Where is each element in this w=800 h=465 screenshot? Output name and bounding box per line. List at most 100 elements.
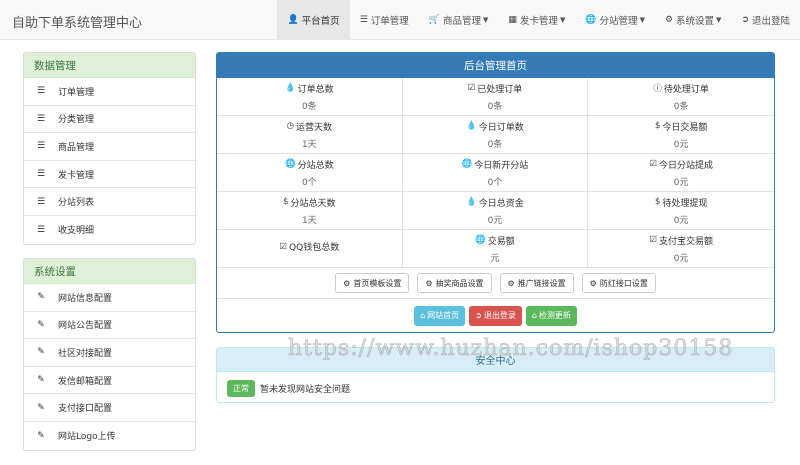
globe-icon: 🌐	[475, 235, 486, 245]
stat-value: 0元	[673, 139, 689, 150]
sidebar-item-cards[interactable]: ☰ 发卡管理	[24, 161, 195, 189]
stat-label: 运营天数	[296, 122, 333, 133]
promo-link-button[interactable]: ⚙ 推广链接设置	[499, 273, 574, 293]
sidebar-item-substations[interactable]: ☰ 分站列表	[24, 188, 195, 216]
dollar-icon: $	[654, 197, 661, 207]
grid-icon: ▦	[508, 15, 517, 25]
home-icon: ⌂	[531, 311, 537, 320]
sidebar-item-label: 分类管理	[58, 115, 95, 126]
stat-label: 订单总数	[297, 84, 334, 95]
sidebar-item-payment[interactable]: ✎ 支付接口配置	[24, 394, 195, 422]
dashboard-title: 后台管理首页	[217, 53, 774, 78]
list-icon: ☰	[359, 15, 368, 25]
stat-value: 0个	[301, 177, 317, 188]
gear-icon: ⚙	[589, 278, 597, 288]
sidebar-item-products[interactable]: ☰ 商品管理	[24, 133, 195, 161]
user-icon: 👤	[287, 15, 299, 25]
nav-label: 平台首页	[301, 16, 340, 27]
main-nav: 👤 平台首页 ☰ 订单管理 🛒 商品管理 ▼ ▦ 发卡管理 ▼ 🌐 分站管理 ▼…	[277, 0, 800, 40]
logout-icon: ➲	[741, 15, 749, 25]
stat-cell: 🌐 分站总数 0个	[217, 154, 403, 192]
button-label: 网站首页	[427, 311, 460, 320]
stat-value: 0元	[673, 177, 689, 188]
edit-icon: ✎	[37, 319, 45, 330]
anti-red-api-button[interactable]: ⚙ 防红接口设置	[581, 273, 656, 293]
gear-icon: ⚙	[343, 278, 351, 288]
sidebar-item-label: 支付接口配置	[58, 404, 113, 415]
stat-label: 分站总数	[297, 160, 334, 171]
edit-icon: ✎	[37, 375, 45, 386]
sidebar-item-orders[interactable]: ☰ 订单管理	[24, 78, 195, 106]
dollar-icon: $	[283, 197, 289, 207]
action-button-row: ⌂ 网站首页 ➲ 退出登录 ⌂ 检测更新	[217, 299, 774, 332]
button-label: 抽奖商品设置	[435, 278, 484, 288]
edit-icon: ✎	[37, 402, 45, 413]
stat-value: 0元	[487, 215, 503, 226]
sidebar-item-label: 发信邮箱配置	[58, 376, 113, 387]
stat-label: 待处理订单	[663, 84, 709, 95]
nav-logout[interactable]: ➲ 退出登陆	[731, 0, 800, 40]
gear-icon: ⚙	[664, 15, 674, 25]
stat-label: 支付宝交易额	[658, 236, 713, 247]
check-icon: ☑	[649, 235, 657, 245]
nav-home[interactable]: 👤 平台首页	[277, 0, 350, 40]
check-icon: ☑	[649, 159, 657, 169]
site-home-button[interactable]: ⌂ 网站首页	[414, 305, 466, 326]
top-navbar: 自助下单系统管理中心 👤 平台首页 ☰ 订单管理 🛒 商品管理 ▼ ▦ 发卡管理…	[0, 0, 800, 40]
stat-cell: ☑ 支付宝交易额 0元	[588, 230, 774, 268]
caret-down-icon: ▼	[716, 16, 722, 24]
stat-value: 1天	[301, 139, 317, 150]
sidebar-item-categories[interactable]: ☰ 分类管理	[24, 106, 195, 134]
check-update-button[interactable]: ⌂ 检测更新	[525, 305, 577, 326]
stats-grid: 💧 订单总数 0条 ☑ 已处理订单 0条 ⓘ 待处理订单 0条 ◷ 运营天数 1天 💧 今…	[217, 78, 774, 268]
nav-label: 分站管理	[599, 16, 638, 27]
sidebar-item-ledger[interactable]: ☰ 收支明细	[24, 216, 195, 244]
stat-cell: $ 分站总天数 1天	[217, 192, 403, 230]
nav-orders[interactable]: ☰ 订单管理	[350, 0, 419, 40]
sidebar-item-community[interactable]: ✎ 社区对接配置	[24, 339, 195, 367]
edit-icon: ✎	[37, 292, 45, 303]
stat-cell: 💧 今日订单数 0条	[402, 116, 589, 154]
homepage-template-button[interactable]: ⚙ 首页模板设置	[335, 273, 410, 293]
stat-cell: ☑ QQ钱包总数	[217, 230, 403, 268]
stat-label: 今日订单数	[478, 122, 524, 133]
check-icon: ☑	[467, 83, 476, 93]
caret-down-icon: ▼	[639, 16, 645, 24]
drop-icon: 💧	[466, 197, 477, 207]
stat-value: 0条	[673, 101, 689, 112]
security-title: 安全中心	[217, 348, 774, 372]
drop-icon: 💧	[285, 83, 296, 93]
sidebar-item-logo[interactable]: ✎ 网站Logo上传	[24, 422, 195, 450]
stat-cell: 🌐 交易额 元	[402, 230, 589, 268]
security-message: 暂未发现网站安全问题	[260, 385, 351, 395]
nav-label: 订单管理	[370, 16, 409, 27]
edit-icon: ✎	[37, 430, 45, 441]
list-icon: ☰	[36, 113, 46, 124]
stat-label: 分站总天数	[290, 198, 336, 209]
nav-substations[interactable]: 🌐 分站管理 ▼	[575, 0, 655, 40]
globe-icon: 🌐	[585, 15, 597, 25]
sidebar-item-mail[interactable]: ✎ 发信邮箱配置	[24, 367, 195, 395]
nav-settings[interactable]: ⚙ 系统设置 ▼	[655, 0, 731, 40]
nav-label: 退出登陆	[751, 16, 790, 27]
lottery-goods-button[interactable]: ⚙ 抽奖商品设置	[417, 273, 492, 293]
edit-icon: ✎	[37, 347, 45, 358]
logout-button[interactable]: ➲ 退出登录	[469, 305, 522, 326]
sidebar-item-site-notice[interactable]: ✎ 网站公告配置	[24, 312, 195, 340]
sidebar-item-site-info[interactable]: ✎ 网站信息配置	[24, 284, 195, 312]
stat-cell: ⓘ 待处理订单 0条	[588, 78, 774, 116]
globe-icon: 🌐	[461, 159, 473, 169]
button-label: 退出登录	[483, 311, 516, 320]
check-icon: ☑	[279, 241, 288, 252]
brand-title[interactable]: 自助下单系统管理中心	[12, 12, 142, 31]
nav-products[interactable]: 🛒 商品管理 ▼	[419, 0, 499, 40]
gear-icon: ⚙	[507, 278, 515, 288]
sidebar-item-label: 网站公告配置	[58, 321, 113, 332]
stat-cell: $ 今日交易额 0元	[588, 116, 774, 154]
sidebar-data-title: 数据管理	[24, 53, 195, 78]
status-badge: 正常	[227, 380, 255, 397]
stat-label: 今日交易额	[662, 122, 708, 133]
nav-cards[interactable]: ▦ 发卡管理 ▼	[498, 0, 575, 40]
info-icon: ⓘ	[653, 84, 662, 94]
stat-value: 0元	[673, 215, 689, 226]
